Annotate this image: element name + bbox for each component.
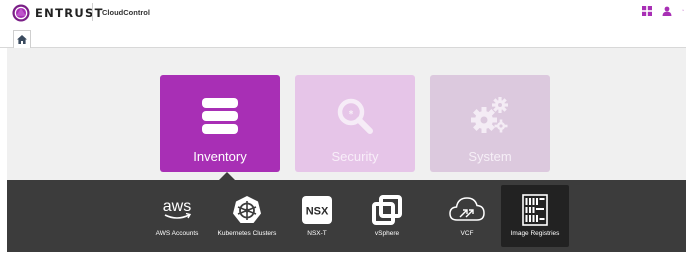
product-name: CloudControl (102, 8, 150, 17)
tile-inventory[interactable]: Inventory (160, 75, 280, 172)
subnav-label: vSphere (374, 230, 400, 237)
header-divider (92, 3, 93, 21)
database-icon (202, 98, 238, 134)
grid-icon[interactable] (642, 6, 652, 16)
inventory-subnav: aws AWS Accounts Kubernetes Clusters NSX… (7, 172, 686, 252)
registry-icon (515, 193, 555, 227)
bell-icon[interactable] (682, 6, 686, 16)
subnav-label: Image Registries (510, 230, 560, 237)
user-icon[interactable] (662, 6, 672, 16)
subnav-label: NSX-T (307, 230, 327, 237)
main-panel: Inventory ✱ Security System (7, 48, 686, 180)
tile-security-label: Security (331, 149, 379, 164)
nsx-icon: NSX (297, 193, 337, 227)
entrust-logo[interactable]: ENTRUST (12, 4, 104, 22)
kubernetes-icon (227, 193, 267, 227)
subnav-label: Kubernetes Clusters (217, 230, 277, 237)
subnav-aws-accounts[interactable]: aws AWS Accounts (143, 185, 211, 247)
home-icon (17, 35, 27, 44)
tile-inventory-label: Inventory (193, 149, 247, 164)
tile-system-label: System (468, 149, 512, 164)
tab-strip (0, 26, 686, 48)
brand-name: ENTRUST (35, 6, 104, 20)
cloud-icon (447, 193, 487, 227)
vsphere-icon (367, 193, 407, 227)
aws-icon: aws (157, 193, 197, 227)
subnav-vcf[interactable]: VCF (433, 185, 501, 247)
tab-home[interactable] (13, 30, 31, 48)
subnav-nsx-t[interactable]: NSX NSX-T (283, 185, 351, 247)
svg-text:aws: aws (163, 198, 191, 215)
subnav-label: VCF (460, 230, 474, 237)
subnav-image-registries[interactable]: Image Registries (501, 185, 569, 247)
tile-system[interactable]: System (430, 75, 550, 172)
gears-icon (471, 97, 508, 133)
subnav-label: AWS Accounts (155, 230, 199, 237)
tile-security[interactable]: ✱ Security (295, 75, 415, 172)
nsx-badge-text: NSX (306, 206, 329, 218)
svg-text:✱: ✱ (348, 110, 353, 117)
search-icon: ✱ (337, 98, 373, 134)
subnav-kubernetes-clusters[interactable]: Kubernetes Clusters (213, 185, 281, 247)
header-actions (642, 6, 686, 16)
entrust-logo-icon (12, 4, 30, 22)
top-header: ENTRUST CloudControl (0, 0, 686, 26)
active-tile-pointer (219, 172, 235, 180)
subnav-vsphere[interactable]: vSphere (353, 185, 421, 247)
